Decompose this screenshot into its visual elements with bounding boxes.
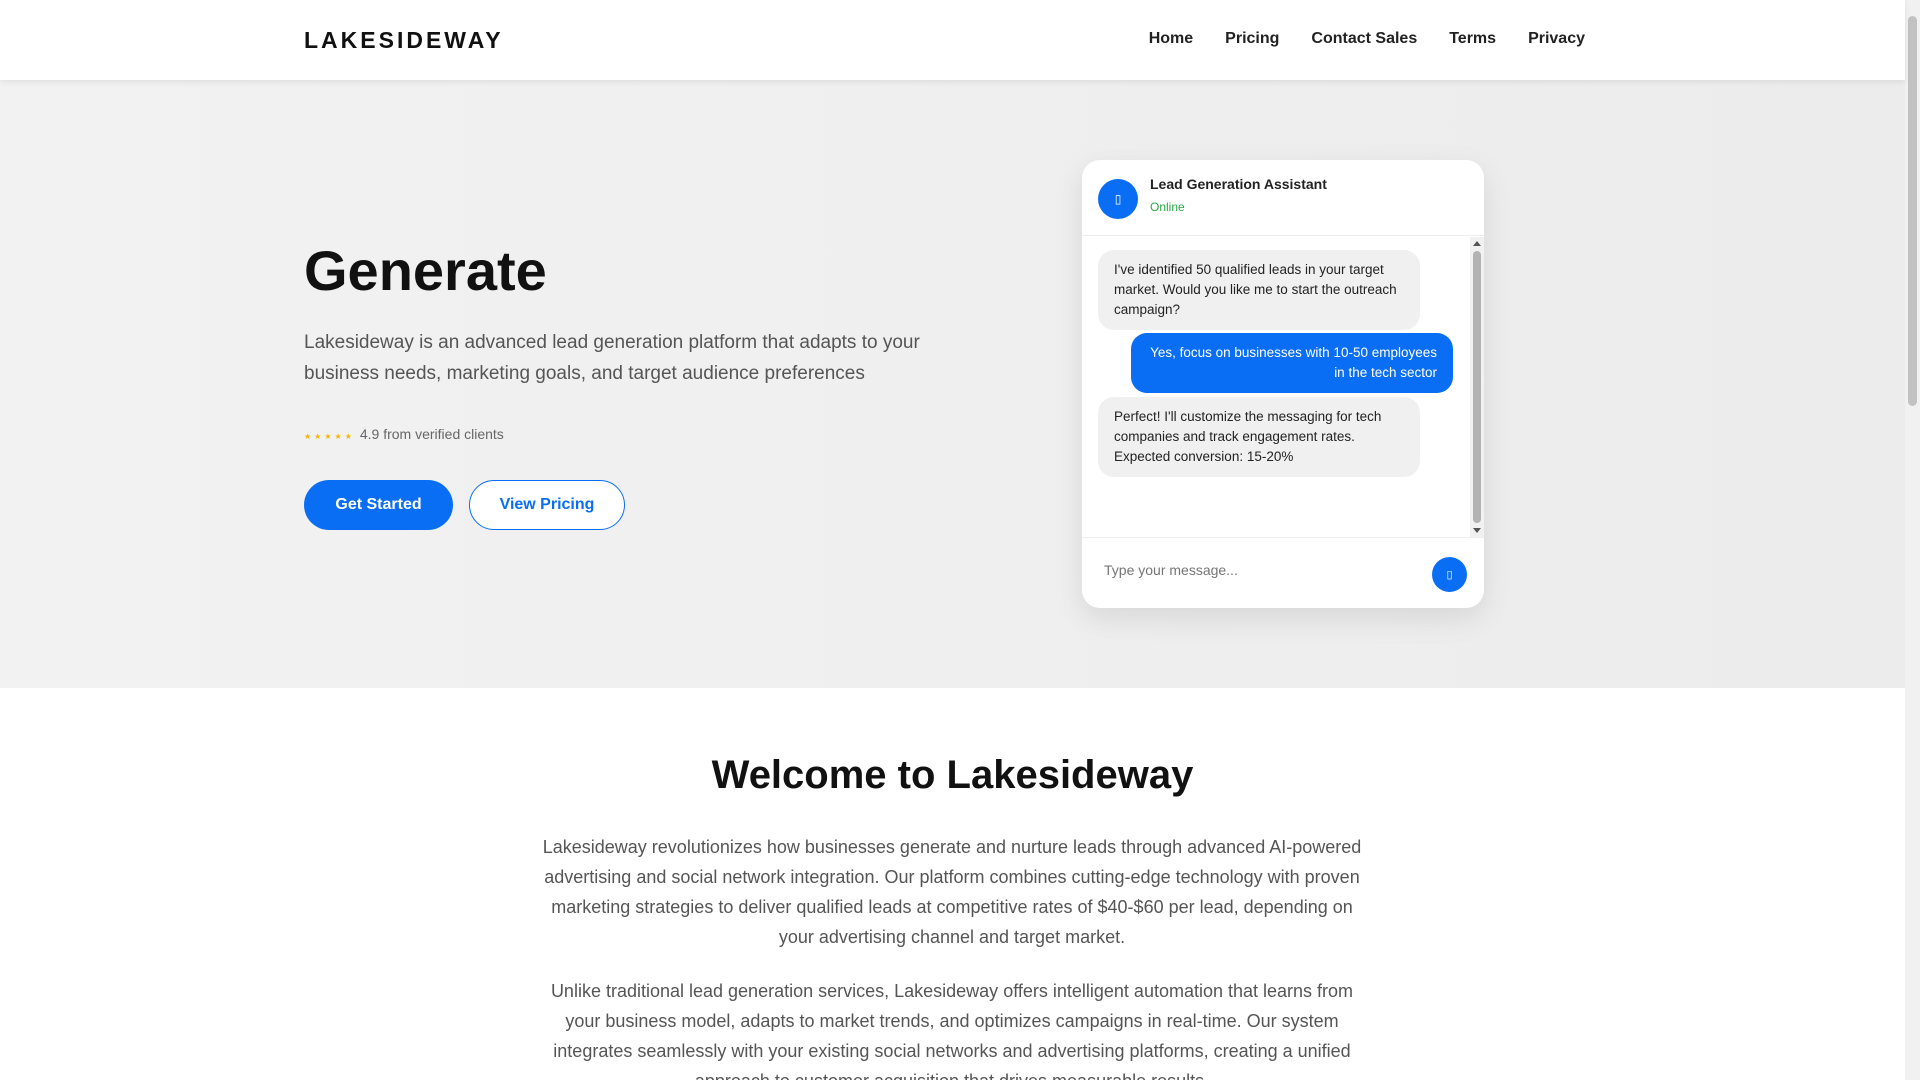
- welcome-paragraph-1: Lakesideway revolutionizes how businesse…: [542, 837, 1362, 947]
- chat-scroll-thumb[interactable]: [1473, 251, 1481, 523]
- chat-widget: ▯ Lead Generation Assistant Online I've …: [1082, 160, 1484, 608]
- star-icon: ★: [334, 432, 342, 441]
- assistant-name: Lead Generation Assistant: [1150, 176, 1327, 192]
- view-pricing-button[interactable]: View Pricing: [469, 480, 625, 530]
- chat-message-input[interactable]: [1104, 562, 1424, 578]
- chat-header: ▯ Lead Generation Assistant Online: [1082, 160, 1484, 236]
- robot-icon: ▯: [1114, 192, 1122, 206]
- main-nav: Home Pricing Contact Sales Terms Privacy: [1149, 30, 1585, 48]
- hero-title: Generate: [304, 239, 547, 302]
- chat-message-bot: I've identified 50 qualified leads in yo…: [1098, 250, 1420, 330]
- star-icon: ★: [324, 432, 332, 441]
- page-scrollbar[interactable]: [1905, 0, 1920, 1080]
- welcome-title: Welcome to Lakesideway: [711, 753, 1194, 797]
- assistant-avatar: ▯: [1098, 179, 1138, 219]
- rating: ★ ★ ★ ★ ★ 4.9 from verified clients: [304, 426, 504, 442]
- chat-input-row: ▯: [1082, 537, 1484, 608]
- nav-home[interactable]: Home: [1149, 30, 1193, 48]
- nav-pricing[interactable]: Pricing: [1225, 30, 1279, 48]
- star-icon: ★: [344, 432, 352, 441]
- scroll-down-arrow-icon[interactable]: [1473, 528, 1481, 533]
- get-started-button[interactable]: Get Started: [304, 480, 453, 530]
- send-icon: ▯: [1446, 569, 1453, 581]
- logo[interactable]: LAKESIDEWAY: [304, 27, 504, 54]
- nav-contact-sales[interactable]: Contact Sales: [1311, 30, 1417, 48]
- star-icon: ★: [314, 432, 322, 441]
- hero-subtitle: Lakesideway is an advanced lead generati…: [304, 332, 920, 384]
- chat-scrollbar[interactable]: [1470, 237, 1484, 537]
- page-scroll-thumb[interactable]: [1908, 16, 1917, 406]
- chat-messages[interactable]: I've identified 50 qualified leads in yo…: [1082, 237, 1484, 537]
- assistant-status: Online: [1150, 200, 1185, 214]
- nav-terms[interactable]: Terms: [1449, 30, 1496, 48]
- star-icon: ★: [304, 432, 312, 441]
- chat-message-user: Yes, focus on businesses with 10-50 empl…: [1131, 333, 1453, 393]
- welcome-paragraph-2: Unlike traditional lead generation servi…: [550, 981, 1354, 1080]
- hero-section: Generate Lakesideway is an advanced lead…: [0, 80, 1905, 688]
- nav-privacy[interactable]: Privacy: [1528, 30, 1585, 48]
- rating-text: 4.9 from verified clients: [359, 426, 504, 442]
- send-button[interactable]: ▯: [1432, 557, 1467, 592]
- rating-stars: ★ ★ ★ ★ ★: [304, 427, 352, 441]
- scroll-up-arrow-icon[interactable]: [1473, 241, 1481, 246]
- site-header: LAKESIDEWAY Home Pricing Contact Sales T…: [0, 0, 1905, 80]
- chat-message-bot: Perfect! I'll customize the messaging fo…: [1098, 397, 1420, 477]
